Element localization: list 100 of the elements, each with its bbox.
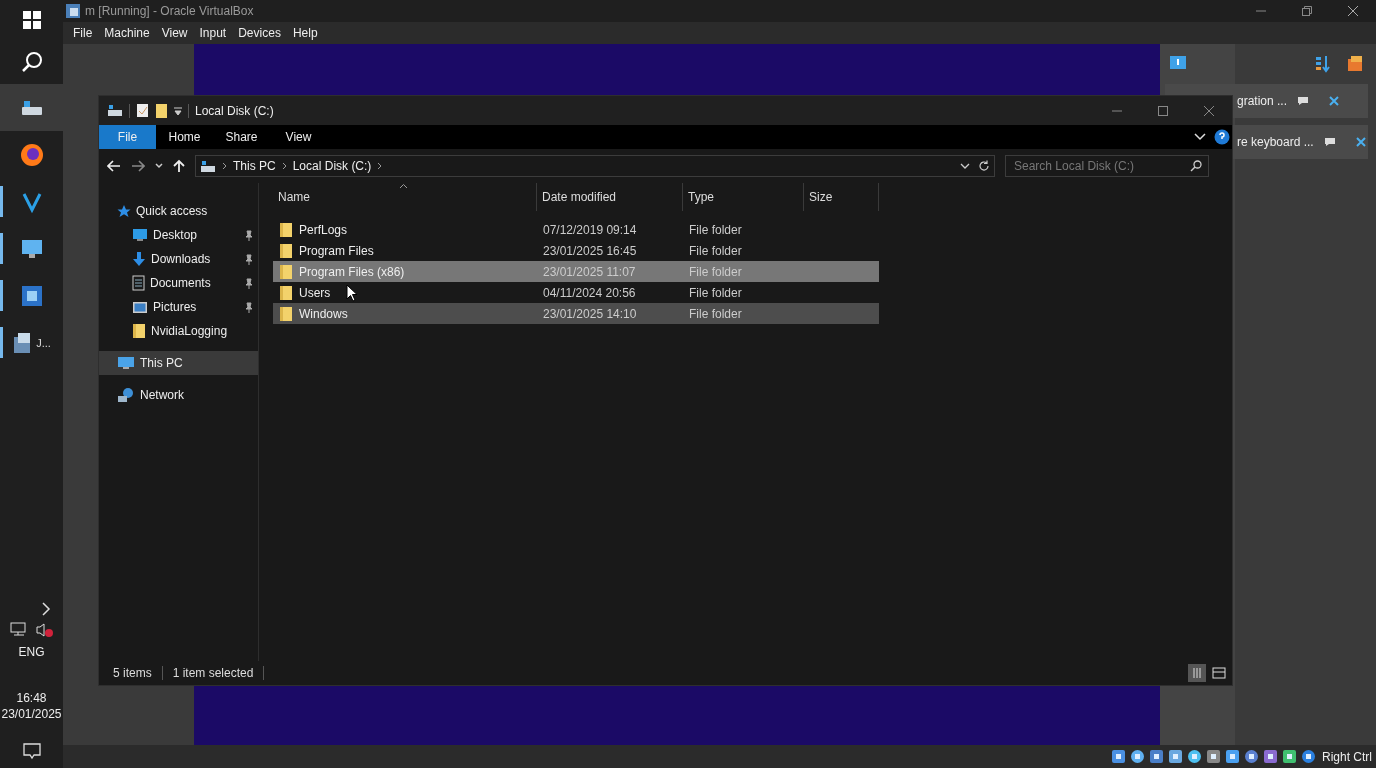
menu-item[interactable]: Machine	[98, 26, 156, 40]
file-name: Program Files	[299, 243, 374, 258]
muted-speaker-icon[interactable]	[35, 622, 54, 638]
folder-stack-icon[interactable]	[1346, 55, 1364, 73]
search-icon	[20, 51, 43, 73]
pin-icon	[244, 301, 254, 313]
close-icon[interactable]	[1355, 137, 1366, 147]
sort-caret-icon	[399, 183, 408, 189]
folder-icon	[279, 242, 293, 259]
nav-item[interactable]: Documents	[99, 271, 258, 295]
device-status-icon[interactable]	[1282, 749, 1297, 764]
menu-item[interactable]: View	[155, 26, 194, 40]
taskbar-app[interactable]: J...	[0, 319, 63, 366]
host-key-label: Right Ctrl	[1322, 749, 1372, 764]
virtualbox-icon	[65, 3, 81, 19]
column-header[interactable]: Type	[683, 183, 804, 211]
drive-icon	[200, 159, 216, 173]
search-field[interactable]: Search Local Disk (C:)	[1005, 155, 1209, 177]
language-indicator[interactable]: ENG	[18, 644, 45, 660]
expand-ribbon-icon[interactable]	[1194, 133, 1206, 141]
nav-item[interactable]: Quick access	[99, 199, 258, 223]
recent-locations-icon[interactable]	[155, 163, 163, 169]
clock-date[interactable]: 23/01/2025	[1, 706, 62, 722]
search-icon	[1190, 160, 1202, 172]
folder-icon	[279, 284, 293, 301]
app-label: J...	[36, 336, 51, 349]
file-name: Windows	[299, 306, 348, 321]
folder-icon	[279, 305, 293, 322]
network-icon	[117, 387, 135, 403]
maximize-icon	[1158, 105, 1168, 116]
ribbon-tab[interactable]: File	[99, 125, 156, 149]
dropdown-icon[interactable]	[960, 163, 970, 169]
device-status-icon[interactable]	[1301, 749, 1316, 764]
nav-item[interactable]: NvidiaLogging	[99, 319, 258, 343]
nav-item[interactable]: Network	[99, 383, 258, 407]
message-icon[interactable]	[1323, 137, 1336, 147]
ribbon-tab[interactable]: Home	[156, 125, 213, 149]
customize-icon[interactable]	[174, 105, 182, 116]
up-icon[interactable]	[173, 159, 185, 173]
pin-icon	[244, 229, 254, 241]
mouse-cursor-icon	[346, 284, 358, 302]
folder-icon	[132, 323, 146, 339]
chevron-icon[interactable]	[222, 162, 227, 170]
file-row[interactable]: PerfLogs 07/12/2019 09:14 File folder	[273, 219, 879, 240]
close-icon[interactable]	[1329, 96, 1340, 106]
chevron-icon[interactable]	[281, 162, 287, 170]
browser-icon	[19, 142, 44, 167]
tiles-view-icon	[1212, 667, 1226, 679]
help-icon[interactable]	[1214, 129, 1230, 145]
forward-icon[interactable]	[131, 160, 145, 172]
file-name: PerfLogs	[299, 222, 348, 237]
menu-item[interactable]: Help	[286, 26, 324, 40]
menu-item[interactable]: Devices	[232, 26, 287, 40]
ribbon-tab[interactable]: View	[270, 125, 327, 149]
clock-time[interactable]: 16:48	[16, 690, 47, 706]
file-row[interactable]: Users 04/11/2024 20:56 File folder	[273, 282, 879, 303]
device-status-icon[interactable]	[1206, 749, 1221, 764]
menu-item[interactable]: File	[67, 26, 99, 40]
address-bar[interactable]: This PC Local Disk (C:)	[195, 155, 995, 177]
ribbon-tab[interactable]: Share	[213, 125, 270, 149]
sort-icon[interactable]	[1315, 55, 1331, 73]
tiles-view-button[interactable]	[1210, 664, 1228, 682]
device-status-icon[interactable]	[1149, 749, 1164, 764]
device-status-icon[interactable]	[1225, 749, 1240, 764]
date-modified: 07/12/2019 09:14	[542, 222, 638, 237]
network-icon[interactable]	[9, 622, 28, 638]
menu-item[interactable]: Input	[193, 26, 233, 40]
nav-item[interactable]: Desktop	[99, 223, 258, 247]
column-header[interactable]: Name	[273, 183, 537, 211]
chevron-icon[interactable]	[377, 162, 383, 170]
file-type: File folder	[688, 243, 743, 258]
properties-icon[interactable]	[136, 103, 149, 118]
device-status-icon[interactable]	[1187, 749, 1202, 764]
nav-item[interactable]: Pictures	[99, 295, 258, 319]
device-status-icon[interactable]	[1130, 749, 1145, 764]
close-icon	[1348, 6, 1358, 16]
window-title: m [Running] - Oracle VirtualBox	[85, 4, 254, 18]
desktop-icon	[132, 228, 148, 242]
date-modified: 23/01/2025 16:45	[542, 243, 638, 258]
device-status-icon[interactable]	[1168, 749, 1183, 764]
column-header[interactable]: Date modified	[537, 183, 683, 211]
breadcrumb-item[interactable]: Local Disk (C:)	[292, 159, 372, 173]
taskbar-app[interactable]	[0, 84, 63, 131]
back-icon[interactable]	[107, 160, 121, 172]
date-modified: 04/11/2024 20:56	[542, 285, 637, 300]
file-row[interactable]: Program Files 23/01/2025 16:45 File folder	[273, 240, 879, 261]
device-status-icon[interactable]	[1263, 749, 1278, 764]
device-status-icon[interactable]	[1111, 749, 1126, 764]
file-row[interactable]: Program Files (x86) 23/01/2025 11:07 File folder	[273, 261, 879, 282]
date-modified: 23/01/2025 14:10	[542, 306, 638, 321]
file-row[interactable]: Windows 23/01/2025 14:10 File folder	[273, 303, 879, 324]
message-icon[interactable]	[1297, 96, 1310, 106]
notification-icon[interactable]	[21, 742, 42, 760]
nav-item[interactable]: This PC	[99, 351, 258, 375]
device-status-icon[interactable]	[1244, 749, 1259, 764]
refresh-icon[interactable]	[978, 160, 990, 172]
nav-item[interactable]: Downloads	[99, 247, 258, 271]
column-header[interactable]: Size	[804, 183, 879, 211]
breadcrumb-item[interactable]: This PC	[233, 159, 276, 173]
new-folder-icon[interactable]	[155, 102, 168, 119]
